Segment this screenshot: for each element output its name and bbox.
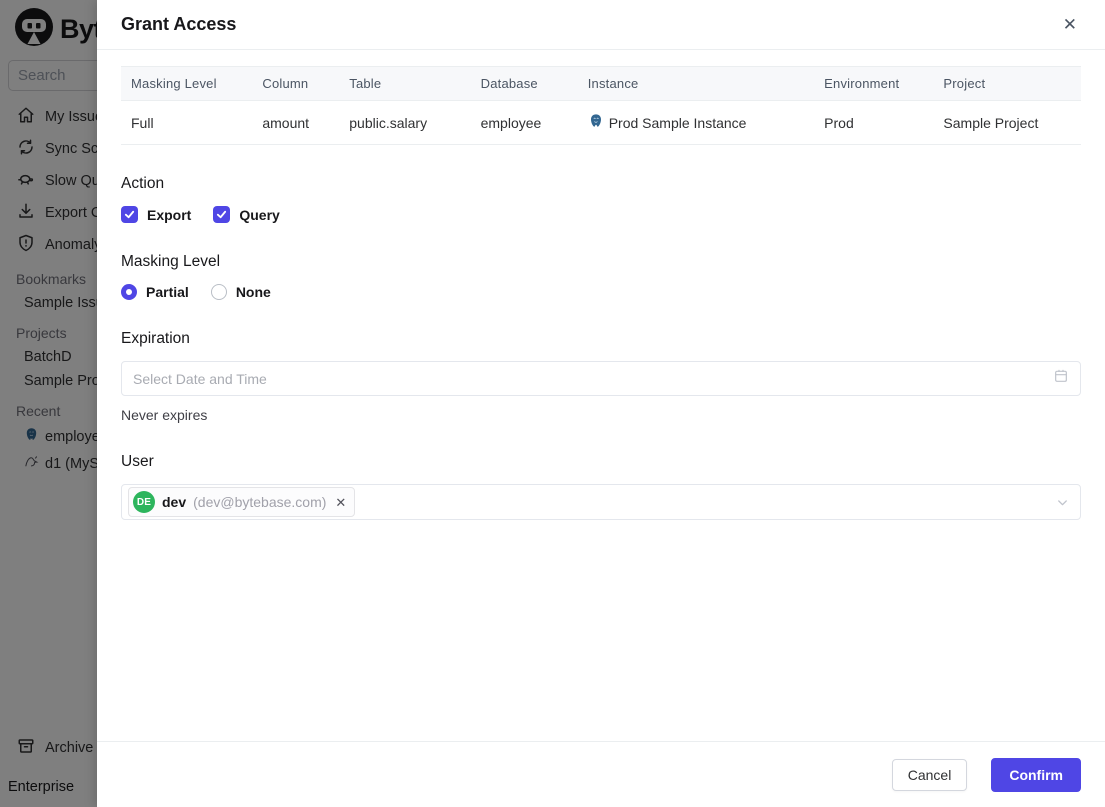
- calendar-icon[interactable]: [1053, 368, 1069, 389]
- query-checkbox-label: Query: [239, 206, 280, 223]
- checkbox-checked-icon: [213, 206, 231, 223]
- col-header-environment: Environment: [814, 66, 934, 101]
- partial-radio[interactable]: Partial: [121, 284, 189, 300]
- query-checkbox[interactable]: Query: [213, 206, 280, 223]
- grant-table: Masking Level Column Table Database Inst…: [121, 66, 1081, 145]
- modal-body: Masking Level Column Table Database Inst…: [97, 50, 1105, 741]
- none-radio[interactable]: None: [210, 284, 271, 300]
- table-header-row: Masking Level Column Table Database Inst…: [121, 66, 1081, 101]
- modal-footer: Cancel Confirm: [97, 741, 1105, 807]
- export-checkbox[interactable]: Export: [121, 206, 191, 223]
- expiration-date-picker[interactable]: [121, 361, 1081, 396]
- user-section-label: User: [121, 453, 154, 470]
- cancel-button[interactable]: Cancel: [891, 758, 968, 791]
- cell-database: employee: [470, 100, 578, 145]
- avatar: DE: [133, 491, 155, 513]
- user-select[interactable]: DE dev (dev@bytebase.com) ✕: [121, 484, 1081, 520]
- cell-masking-level: Full: [121, 100, 253, 145]
- radio-unselected-icon: [210, 284, 227, 300]
- col-header-project: Project: [933, 66, 1081, 101]
- col-header-table: Table: [339, 66, 471, 101]
- masking-level-options: Partial None: [121, 284, 1081, 300]
- user-email: (dev@bytebase.com): [193, 494, 327, 510]
- table-row: Full amount public.salary employee Prod …: [121, 100, 1081, 145]
- modal-title: Grant Access: [121, 14, 237, 34]
- remove-user-icon[interactable]: ✕: [335, 496, 346, 509]
- instance-name: Prod Sample Instance: [608, 114, 747, 131]
- cell-project: Sample Project: [933, 100, 1081, 145]
- expiration-section-label: Expiration: [121, 330, 190, 347]
- partial-radio-label: Partial: [146, 284, 189, 300]
- modal-header: Grant Access ✕: [97, 0, 1105, 50]
- col-header-masking-level: Masking Level: [121, 66, 253, 101]
- confirm-button[interactable]: Confirm: [991, 757, 1081, 792]
- checkbox-checked-icon: [121, 206, 138, 223]
- expiration-input[interactable]: [133, 370, 1045, 387]
- action-section-label: Action: [121, 175, 165, 192]
- cell-column: amount: [252, 100, 340, 145]
- masking-level-section-label: Masking Level: [121, 253, 221, 270]
- radio-selected-icon: [121, 284, 137, 300]
- close-icon[interactable]: ✕: [1059, 12, 1081, 37]
- expiration-hint: Never expires: [121, 407, 208, 423]
- col-header-column: Column: [252, 66, 340, 101]
- action-options: Export Query: [121, 206, 1081, 223]
- user-name: dev: [162, 494, 187, 510]
- col-header-instance: Instance: [577, 66, 815, 101]
- cell-environment: Prod: [814, 100, 934, 145]
- cell-instance: Prod Sample Instance: [577, 100, 815, 145]
- cell-table: public.salary: [339, 100, 471, 145]
- user-tag: DE dev (dev@bytebase.com) ✕: [128, 487, 356, 517]
- grant-access-modal: Grant Access ✕ Masking Level Column Tabl…: [97, 0, 1105, 807]
- postgresql-icon: [588, 113, 604, 132]
- col-header-database: Database: [470, 66, 578, 101]
- none-radio-label: None: [235, 284, 271, 300]
- export-checkbox-label: Export: [147, 206, 192, 223]
- chevron-down-icon[interactable]: [1055, 495, 1070, 510]
